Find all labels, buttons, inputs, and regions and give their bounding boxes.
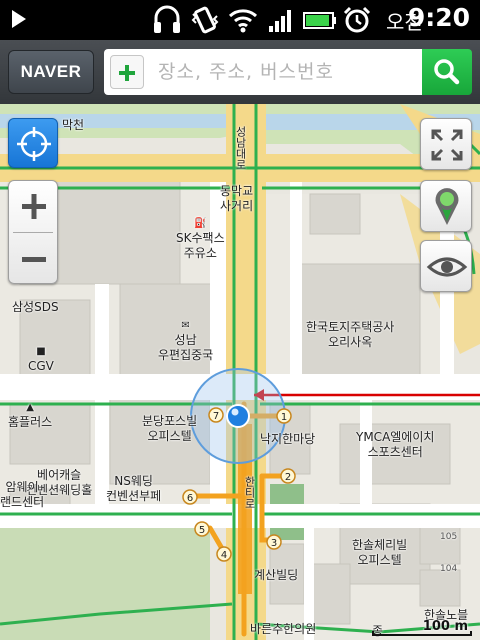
- map-label-intersection: 동막교 사거리: [220, 184, 254, 213]
- media-play-icon: [12, 10, 26, 28]
- map-view[interactable]: 1 2 3 4 5 6 7 막천 성남대로 동막교 사거리 ⛽ SK수팩스 주유소 …: [0, 104, 480, 640]
- crosshair-icon: [17, 127, 51, 161]
- search-icon: [434, 59, 460, 85]
- map-label-hansol: 한솔체리빌 오피스텔: [352, 538, 408, 567]
- svg-text:2: 2: [285, 472, 291, 483]
- map-label-restaurant: 낙지한마당: [260, 432, 316, 446]
- map-label-post-office: ✉ 성남 우편집중국: [158, 320, 214, 362]
- fullscreen-button[interactable]: [420, 118, 472, 170]
- exit-marker[interactable]: 6: [182, 489, 198, 505]
- cinema-icon: ■: [36, 346, 46, 357]
- map-label-ns-wedding: NS웨딩 컨벤션부페: [106, 474, 162, 503]
- exit-marker[interactable]: 2: [280, 468, 296, 484]
- gas-station-icon: ⛽: [194, 218, 207, 229]
- clock: 9:20: [407, 3, 470, 32]
- signal-strength-icon: [269, 10, 291, 32]
- map-label-homeplus: ▲ 홈플러스: [8, 402, 53, 429]
- map-label-officetel: 분당포스빌 오피스텔: [142, 414, 198, 443]
- search-button[interactable]: [422, 49, 472, 95]
- map-label-gas-station: ⛽ SK수팩스 주유소: [176, 218, 225, 260]
- exit-marker[interactable]: 3: [266, 534, 282, 550]
- map-scale: 100 m: [372, 619, 472, 636]
- shopping-icon: ▲: [26, 402, 34, 413]
- headset-icon: [154, 5, 180, 33]
- battery-icon: [303, 12, 336, 29]
- exit-marker[interactable]: 5: [194, 521, 210, 537]
- vibrate-icon: [191, 6, 219, 34]
- eye-icon: [426, 257, 468, 277]
- search-box[interactable]: 장소, 주소, 버스번호: [104, 49, 422, 95]
- map-label-clinic: 바른추한의원: [250, 622, 317, 636]
- svg-text:4: 4: [221, 550, 227, 561]
- map-pin-icon: [435, 188, 459, 225]
- search-input[interactable]: 장소, 주소, 버스번호: [158, 49, 334, 95]
- svg-text:7: 7: [213, 411, 219, 422]
- svg-text:6: 6: [187, 493, 193, 504]
- map-label-river: 막천: [62, 118, 85, 132]
- map-label-ymca: YMCA엘에이치 스포츠센터: [356, 430, 435, 459]
- wifi-icon: [228, 9, 258, 33]
- map-label-land-corp: 한국토지주택공사 오리사옥: [306, 320, 395, 349]
- svg-text:5: 5: [199, 525, 205, 536]
- app-bar: NAVER 장소, 주소, 버스번호: [0, 40, 480, 104]
- exit-marker[interactable]: 1: [276, 408, 292, 424]
- map-label-apt-105: 105: [440, 532, 458, 542]
- street-view-button[interactable]: [420, 240, 472, 292]
- map-label-apt-104: 104: [440, 564, 458, 574]
- exit-marker[interactable]: 4: [216, 546, 232, 562]
- svg-text:1: 1: [281, 412, 287, 423]
- alarm-icon: [343, 6, 371, 33]
- naver-home-button[interactable]: NAVER: [8, 50, 94, 94]
- post-office-icon: ✉: [181, 320, 190, 331]
- map-label-street-vertical: 한티로: [243, 476, 256, 509]
- map-label-cgv: ■ CGV: [28, 346, 54, 373]
- layer-pin-button[interactable]: [420, 180, 472, 232]
- svg-text:3: 3: [271, 538, 277, 549]
- exit-marker[interactable]: 7: [208, 407, 224, 423]
- zoom-in-icon[interactable]: [9, 181, 59, 233]
- zoom-control: [8, 180, 58, 284]
- map-label-amway: 암웨이 랜드센터: [0, 480, 45, 509]
- map-label-building: 계산빌딩: [254, 568, 299, 582]
- status-bar: 오전 9:20: [0, 0, 480, 40]
- map-label-samsung-sds: 삼성SDS: [12, 300, 59, 314]
- my-location-button[interactable]: [8, 118, 58, 168]
- map-label-street: 성남대로: [234, 126, 247, 170]
- zoom-out-icon[interactable]: [9, 233, 59, 285]
- add-icon[interactable]: [110, 55, 144, 89]
- expand-icon: [431, 129, 463, 161]
